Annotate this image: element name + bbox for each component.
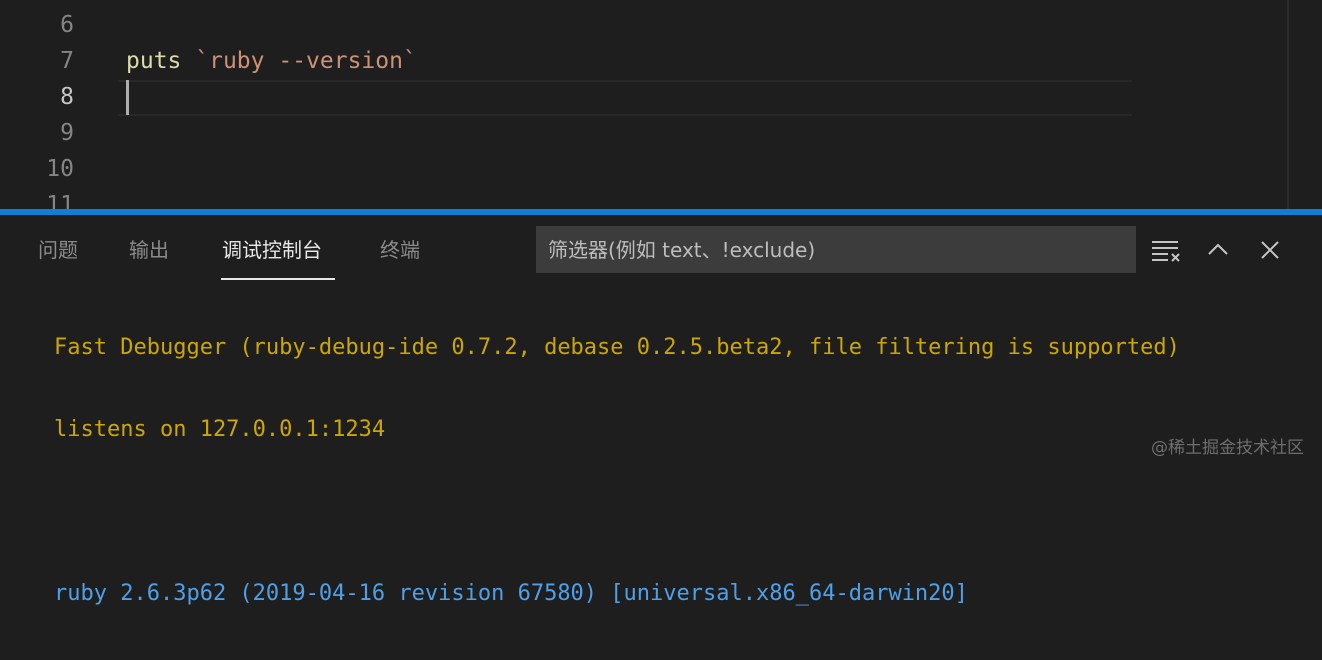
code-keyword: puts	[126, 48, 182, 74]
code-string: `ruby --version`	[195, 48, 417, 74]
line-number-11: 11	[46, 192, 74, 209]
line-number-6: 6	[60, 12, 74, 38]
code-editor[interactable]: … … … … … … … … … … … … … … … … 6 7 8 9 …	[0, 0, 1322, 209]
minimap-edge	[1287, 0, 1289, 209]
line-number-9: 9	[60, 120, 74, 146]
watermark: @稀土掘金技术社区	[1151, 438, 1304, 458]
tab-debug-console[interactable]: 调试控制台	[222, 215, 322, 281]
close-icon	[1253, 233, 1287, 267]
code-line-7[interactable]: puts `ruby --version`	[126, 43, 417, 79]
close-panel-button[interactable]	[1253, 233, 1287, 267]
line-number-10: 10	[46, 156, 74, 182]
text-cursor	[126, 80, 129, 115]
tab-problems[interactable]: 问题	[38, 215, 78, 281]
tab-output[interactable]: 输出	[129, 215, 169, 281]
line-number-8: 8	[60, 84, 74, 110]
console-line: ruby 2.6.3p62 (2019-04-16 revision 67580…	[54, 581, 968, 606]
partial-code-line: … … … … … … … … … … … … … … … …	[126, 0, 736, 6]
console-line: Fast Debugger (ruby-debug-ide 0.7.2, deb…	[54, 335, 1180, 360]
clear-console-icon	[1149, 233, 1183, 267]
tab-terminal[interactable]: 终端	[380, 215, 420, 281]
clear-console-button[interactable]	[1149, 233, 1183, 267]
bottom-panel: 问题 输出 调试控制台 终端 筛选器(例如 text、!exclude) Fas…	[0, 215, 1322, 606]
current-line-highlight	[118, 80, 1132, 116]
line-number-7: 7	[60, 48, 74, 74]
chevron-up-icon	[1201, 233, 1235, 267]
maximize-panel-button[interactable]	[1201, 233, 1235, 267]
console-line: listens on 127.0.0.1:1234	[54, 417, 386, 442]
active-tab-indicator	[221, 278, 335, 280]
debug-console-output[interactable]: Fast Debugger (ruby-debug-ide 0.7.2, deb…	[54, 282, 1180, 660]
filter-input[interactable]	[536, 226, 1136, 273]
